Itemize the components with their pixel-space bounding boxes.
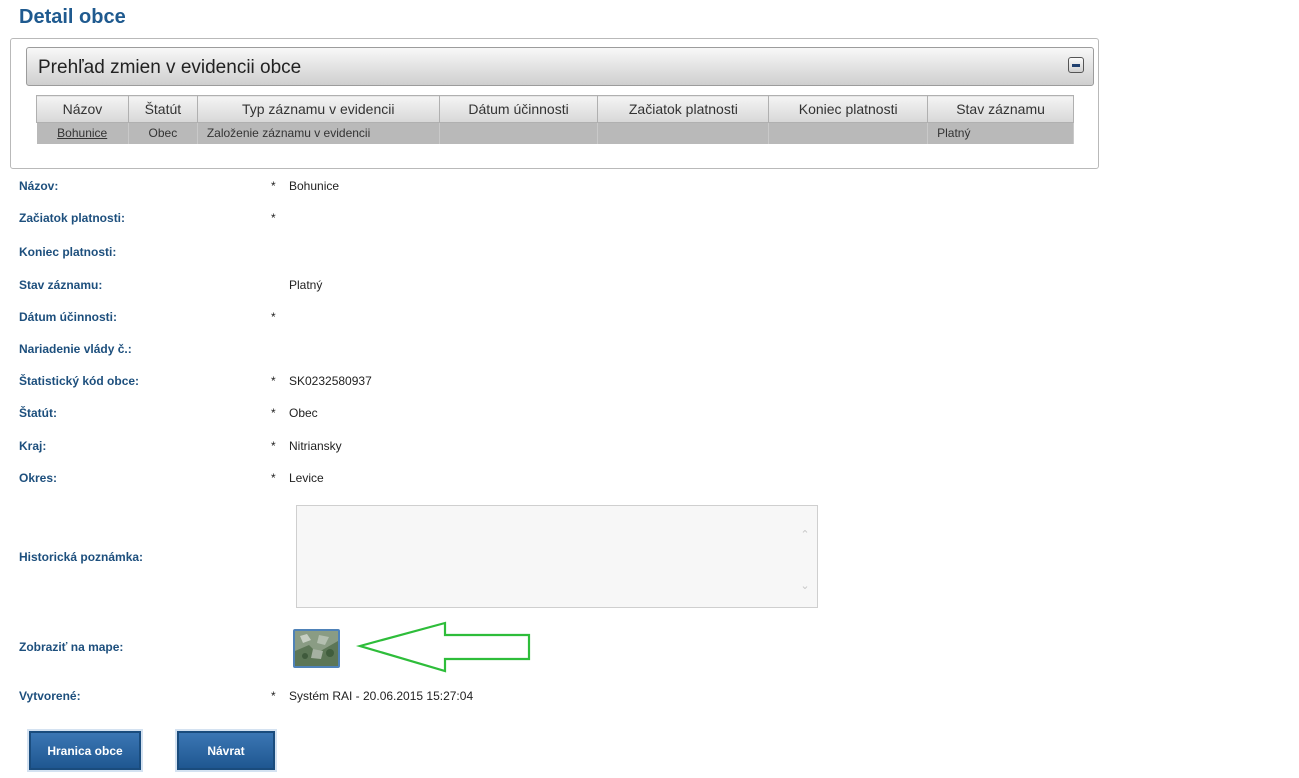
field-mapa-label: Zobraziť na mape: [19, 640, 124, 654]
row-zaciatok [597, 122, 770, 144]
col-header-datum[interactable]: Dátum účinnosti [438, 95, 599, 123]
collapse-panel-button[interactable] [1068, 57, 1084, 73]
field-poznamka-label: Historická poznámka: [19, 550, 144, 564]
map-thumbnail-button[interactable] [293, 629, 340, 668]
row-datum [439, 122, 599, 144]
page: Detail obce Prehľad zmien v evidencii ob… [0, 0, 1299, 778]
field-koniec-label: Koniec platnosti: [19, 245, 117, 259]
changes-panel-title: Prehľad zmien v evidencii obce [38, 57, 302, 78]
field-nazov-value: Bohunice [289, 179, 340, 193]
field-okres-label: Okres: [19, 471, 58, 485]
green-arrow-annotation [355, 621, 531, 673]
row-statut: Obec [128, 122, 198, 144]
row-stav: Platný [927, 122, 1074, 144]
field-stav-value: Platný [289, 278, 323, 292]
table-row[interactable]: Bohunice Obec Založenie záznamu v eviden… [36, 122, 1074, 144]
required-star: * [271, 689, 276, 703]
col-header-stav[interactable]: Stav záznamu [927, 95, 1074, 123]
field-kraj-value: Nitriansky [289, 439, 342, 453]
field-stav-label: Stav záznamu: [19, 278, 103, 292]
required-star: * [271, 310, 276, 324]
col-header-zaciatok[interactable]: Začiatok platnosti [597, 95, 770, 123]
table-header-row: Názov Štatút Typ záznamu v evidencii Dát… [36, 95, 1074, 123]
field-okres-value: Levice [289, 471, 324, 485]
required-star: * [271, 439, 276, 453]
changes-panel: Prehľad zmien v evidencii obce Názov Šta… [10, 38, 1099, 169]
row-koniec [768, 122, 929, 144]
field-vytvorene-label: Vytvorené: [19, 689, 81, 703]
field-statut-value: Obec [289, 406, 318, 420]
field-zaciatok-label: Začiatok platnosti: [19, 211, 126, 225]
required-star: * [271, 374, 276, 388]
required-star: * [271, 406, 276, 420]
required-star: * [271, 211, 276, 225]
changes-panel-header: Prehľad zmien v evidencii obce [26, 47, 1094, 86]
col-header-statut[interactable]: Štatút [127, 95, 198, 123]
scroll-up-icon[interactable]: ⌃ [799, 529, 811, 541]
field-statut-label: Štatút: [19, 406, 57, 420]
historicka-poznamka-textarea[interactable]: ⌃ ⌄ [296, 505, 818, 608]
row-typ: Založenie záznamu v evidencii [197, 122, 440, 144]
field-nariadenie-label: Nariadenie vlády č.: [19, 342, 132, 356]
page-title: Detail obce [19, 6, 126, 28]
field-kraj-label: Kraj: [19, 439, 47, 453]
hranica-obce-button[interactable]: Hranica obce [29, 731, 141, 770]
changes-table: Názov Štatút Typ záznamu v evidencii Dát… [36, 95, 1074, 144]
row-nazov-link[interactable]: Bohunice [57, 126, 107, 140]
field-nazov-label: Názov: [19, 179, 59, 193]
field-vytvorene-value: Systém RAI - 20.06.2015 15:27:04 [289, 689, 474, 703]
field-statisticky-kod-value: SK0232580937 [289, 374, 372, 388]
scroll-down-icon[interactable]: ⌄ [799, 580, 811, 592]
field-statisticky-kod-label: Štatistický kód obce: [19, 374, 140, 388]
satellite-map-icon [295, 631, 338, 666]
required-star: * [271, 179, 276, 193]
field-datum-label: Dátum účinnosti: [19, 310, 117, 324]
navrat-button[interactable]: Návrat [177, 731, 275, 770]
col-header-koniec[interactable]: Koniec platnosti [768, 95, 929, 123]
col-header-nazov[interactable]: Názov [36, 95, 129, 123]
required-star: * [271, 471, 276, 485]
col-header-typ[interactable]: Typ záznamu v evidencii [196, 95, 440, 123]
